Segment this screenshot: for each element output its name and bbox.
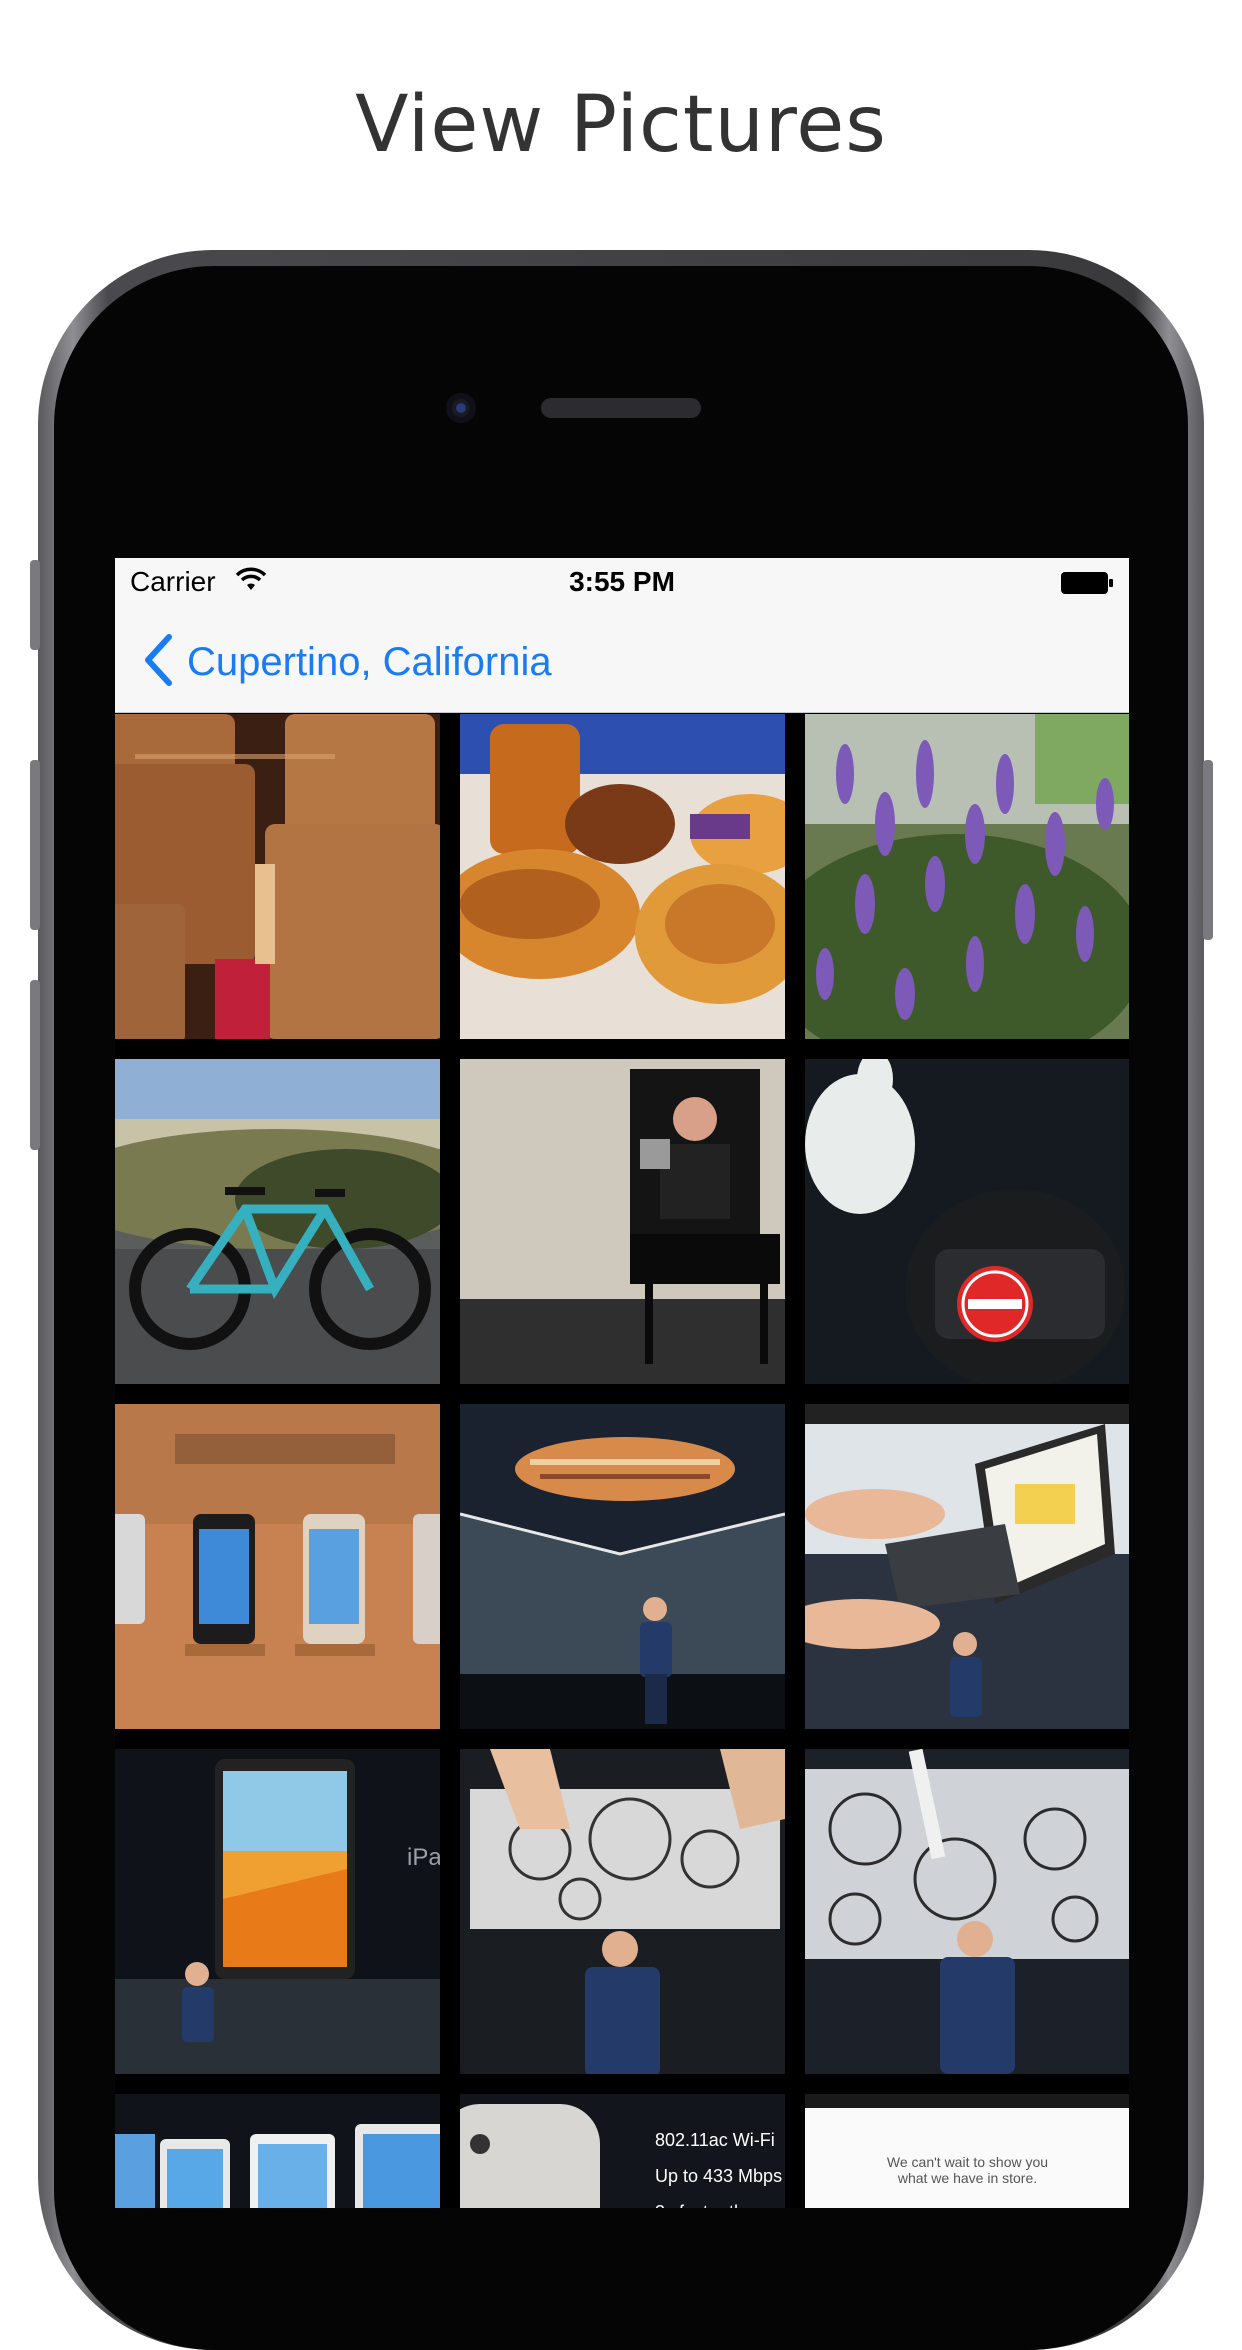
volume-down-button bbox=[30, 980, 40, 1150]
ipad-stage-photo[interactable]: iPad bbox=[115, 1749, 440, 2074]
wifi-spec-line: 3x faster than iPh bbox=[655, 2198, 785, 2208]
wifi-spec-text: 802.11ac Wi-Fi Up to 433 Mbps 3x faster … bbox=[655, 2126, 785, 2208]
pencil-drawing-photo[interactable] bbox=[460, 1749, 785, 2074]
clock: 3:55 PM bbox=[569, 566, 675, 597]
power-button bbox=[1203, 760, 1213, 940]
phone-screen: Carrier 3:55 PM Cupertino, California iP… bbox=[115, 558, 1129, 2208]
pastries-photo[interactable] bbox=[460, 714, 785, 1039]
website-headline: We can't wait to show you what we have i… bbox=[805, 2154, 1129, 2186]
bicycle-photo[interactable] bbox=[115, 1059, 440, 1384]
ipads-row-photo[interactable] bbox=[115, 2094, 440, 2208]
front-camera bbox=[446, 393, 476, 423]
iphone-wifi-photo[interactable]: 802.11ac Wi-Fi Up to 433 Mbps 3x faster … bbox=[460, 2094, 785, 2208]
sketch-stage-photo[interactable] bbox=[805, 1749, 1129, 2074]
website-photo[interactable]: We can't wait to show you what we have i… bbox=[805, 2094, 1129, 2208]
theater-seats-photo[interactable] bbox=[115, 714, 440, 1039]
wifi-spec-line: Up to 433 Mbps bbox=[655, 2166, 783, 2186]
navigation-bar: Cupertino, California bbox=[115, 608, 1129, 713]
mute-switch bbox=[30, 560, 40, 650]
chevron-left-icon bbox=[143, 634, 173, 691]
ipad-wordmark: iPad bbox=[407, 1844, 440, 1871]
earpiece-speaker bbox=[541, 398, 701, 418]
lavender-photo[interactable] bbox=[805, 714, 1129, 1039]
volume-up-button bbox=[30, 760, 40, 930]
wifi-spec-line: 802.11ac Wi-Fi bbox=[655, 2130, 775, 2150]
status-bar: Carrier 3:55 PM bbox=[115, 558, 1129, 608]
portrait-piano-photo[interactable] bbox=[460, 1059, 785, 1384]
back-button[interactable]: Cupertino, California bbox=[143, 634, 552, 691]
website-headline-line: We can't wait to show you bbox=[886, 2154, 1049, 2170]
iphones-photo[interactable] bbox=[115, 1404, 440, 1729]
website-headline-line: what we have in store. bbox=[897, 2170, 1038, 2186]
apple-logo-photo[interactable] bbox=[805, 1059, 1129, 1384]
jupiter-stage-photo[interactable] bbox=[460, 1404, 785, 1729]
ipad-keyboard-photo[interactable] bbox=[805, 1404, 1129, 1729]
battery-icon bbox=[1061, 571, 1113, 595]
page-title: View Pictures bbox=[355, 80, 887, 170]
back-button-label: Cupertino, California bbox=[187, 640, 552, 684]
